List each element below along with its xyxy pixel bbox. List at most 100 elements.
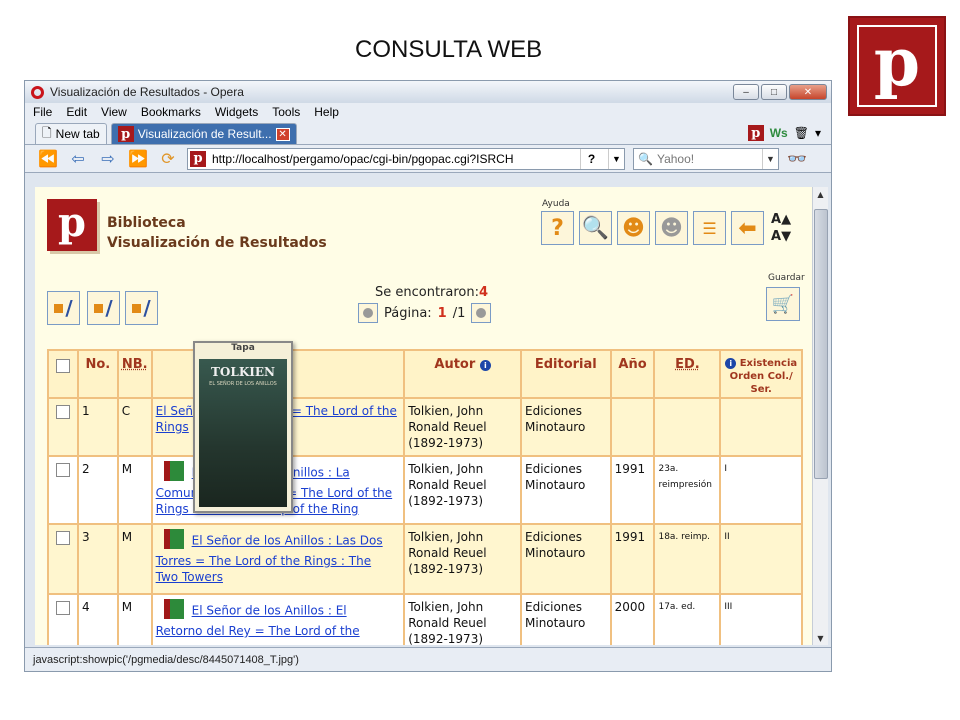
tab-results[interactable]: p Visualización de Result... ✕ bbox=[110, 123, 297, 144]
cover-subtitle: EL SEÑOR DE LOS ANILLOS bbox=[209, 381, 277, 387]
next-page-button[interactable] bbox=[471, 303, 492, 323]
menu-tools[interactable]: Tools bbox=[272, 105, 300, 119]
title-link[interactable]: El Señor de los Anillos : El bbox=[192, 604, 347, 618]
chevron-down-icon[interactable]: ▼ bbox=[762, 148, 778, 169]
book-cover-image: TOLKIEN EL SEÑOR DE LOS ANILLOS bbox=[199, 359, 287, 507]
list-search-button[interactable]: ☰ bbox=[693, 211, 726, 245]
font-smaller-button[interactable]: A ▼ bbox=[771, 228, 799, 245]
page-current: 1 bbox=[437, 305, 447, 321]
menu-bar: File Edit View Bookmarks Widgets Tools H… bbox=[25, 103, 831, 121]
font-bigger-button[interactable]: A ▲ bbox=[771, 211, 799, 228]
row-checkbox[interactable] bbox=[56, 601, 70, 615]
row-checkbox[interactable] bbox=[56, 405, 70, 419]
tab-new[interactable]: 🗋 New tab bbox=[35, 123, 107, 144]
help-label: Ayuda bbox=[542, 199, 570, 209]
invert-selection-button[interactable]: / bbox=[125, 291, 158, 325]
table-row: 4 M El Señor de los Anillos : El Retorno … bbox=[47, 593, 803, 645]
slide-title: CONSULTA WEB bbox=[355, 36, 543, 63]
row-editorial: Ediciones Minotauro bbox=[520, 593, 612, 645]
close-window-button[interactable]: ✕ bbox=[789, 84, 827, 100]
ws-icon[interactable]: Ws bbox=[770, 126, 788, 140]
minimize-button[interactable]: – bbox=[733, 84, 759, 100]
close-tab-icon[interactable]: ✕ bbox=[275, 127, 290, 141]
help-button[interactable]: ? bbox=[541, 211, 574, 245]
menu-widgets[interactable]: Widgets bbox=[215, 105, 258, 119]
address-bar[interactable]: p http://localhost/pergamo/opac/cgi-bin/… bbox=[187, 147, 625, 170]
search-catalog-button[interactable]: 🔍 bbox=[579, 211, 612, 245]
profile-button[interactable]: ☻ bbox=[617, 211, 650, 245]
row-autor: Tolkien, John Ronald Reuel (1892-1973) bbox=[403, 523, 522, 595]
header-existencia[interactable]: i Existencia Orden Col./ Ser. bbox=[719, 349, 803, 399]
vertical-scrollbar[interactable]: ▲ ▼ bbox=[812, 187, 828, 645]
back-icon[interactable]: ⇦ bbox=[67, 149, 89, 168]
trash-icon[interactable]: 🗑 bbox=[794, 126, 809, 140]
slash-icon: / bbox=[65, 296, 73, 320]
info-icon[interactable]: i bbox=[479, 360, 491, 371]
head-icon: ☻ bbox=[622, 215, 645, 241]
chevron-down-icon[interactable]: ▼ bbox=[608, 148, 624, 169]
title-link[interactable]: Retorno del Rey = The Lord of the bbox=[156, 624, 360, 638]
reload-icon[interactable]: ⟳ bbox=[157, 149, 179, 168]
header-ed[interactable]: ED. bbox=[653, 349, 722, 399]
checkbox-icon bbox=[54, 303, 64, 313]
search-placeholder: Yahoo! bbox=[656, 151, 695, 166]
row-no: 4 bbox=[77, 593, 119, 645]
search-input[interactable]: 🔍 Yahoo! ▼ bbox=[633, 147, 779, 170]
row-checkbox[interactable] bbox=[56, 463, 70, 477]
library-logo: p bbox=[47, 199, 97, 251]
save-cart-button[interactable]: 🛒 bbox=[766, 287, 800, 321]
menu-bookmarks[interactable]: Bookmarks bbox=[141, 105, 201, 119]
title-link[interactable]: Two Towers bbox=[156, 570, 223, 584]
header-editorial[interactable]: Editorial bbox=[520, 349, 612, 399]
cart-icon: 🛒 bbox=[771, 293, 795, 315]
select-all-button[interactable]: / bbox=[47, 291, 80, 325]
title-link[interactable]: Torres = The Lord of the Rings : The bbox=[156, 554, 371, 568]
font-size-controls: A ▲ A ▼ bbox=[771, 211, 799, 245]
menu-file[interactable]: File bbox=[33, 105, 52, 119]
row-ed bbox=[653, 397, 722, 457]
row-autor: Tolkien, John Ronald Reuel (1892-1973) bbox=[403, 455, 522, 525]
page-title: Biblioteca Visualización de Resultados bbox=[107, 213, 327, 253]
header-no[interactable]: No. bbox=[77, 349, 119, 399]
row-anio bbox=[609, 397, 656, 457]
menu-view[interactable]: View bbox=[101, 105, 127, 119]
maximize-button[interactable]: □ bbox=[761, 84, 787, 100]
browser-window: Visualización de Resultados - Opera – □ … bbox=[24, 80, 832, 672]
menu-edit[interactable]: Edit bbox=[66, 105, 87, 119]
scroll-thumb[interactable] bbox=[814, 209, 828, 479]
rewind-icon[interactable]: ⏪ bbox=[37, 149, 59, 168]
info-icon[interactable]: i bbox=[725, 358, 737, 369]
title-link[interactable]: El Señor de los Anillos : Las Dos bbox=[192, 534, 383, 548]
row-checkbox[interactable] bbox=[56, 531, 70, 545]
cover-popup[interactable]: Tapa TOLKIEN EL SEÑOR DE LOS ANILLOS bbox=[193, 341, 293, 513]
row-nb: M bbox=[116, 523, 153, 595]
address-text: http://localhost/pergamo/opac/cgi-bin/pg… bbox=[212, 151, 514, 166]
pergamo-icon[interactable]: p bbox=[747, 125, 764, 141]
row-autor: Tolkien, John Ronald Reuel (1892-1973) bbox=[403, 593, 522, 645]
menu-help[interactable]: Help bbox=[314, 105, 339, 119]
page-label: Página: bbox=[384, 305, 432, 321]
select-none-button[interactable]: / bbox=[87, 291, 120, 325]
row-orden bbox=[719, 397, 803, 457]
row-anio: 1991 bbox=[609, 455, 656, 525]
forward-icon[interactable]: ⇨ bbox=[97, 149, 119, 168]
chevron-down-icon[interactable]: ▾ bbox=[815, 126, 821, 140]
header-orden: Orden Col./ Ser. bbox=[729, 371, 793, 395]
back-button[interactable]: ⬅ bbox=[731, 211, 764, 245]
fast-forward-icon[interactable]: ⏩ bbox=[127, 149, 149, 168]
scroll-up-icon[interactable]: ▲ bbox=[813, 187, 828, 201]
row-ed: 23a. reimpresión bbox=[653, 455, 722, 525]
scroll-down-icon[interactable]: ▼ bbox=[813, 631, 828, 645]
window-titlebar: Visualización de Resultados - Opera – □ … bbox=[25, 81, 831, 103]
question-icon[interactable]: ? bbox=[580, 148, 602, 169]
navigation-bar: ⏪ ⇦ ⇨ ⏩ ⟳ p http://localhost/pergamo/opa… bbox=[25, 145, 831, 173]
header-anio[interactable]: Año bbox=[609, 349, 656, 399]
glasses-icon[interactable]: 👓 bbox=[787, 149, 807, 168]
header-nb[interactable]: NB. bbox=[116, 349, 153, 399]
brand-logo: p bbox=[848, 16, 946, 116]
header-autor[interactable]: Autor i bbox=[403, 349, 522, 399]
prev-page-button[interactable] bbox=[358, 303, 378, 323]
select-all-checkbox[interactable] bbox=[56, 359, 70, 373]
private-profile-button[interactable]: ☻ bbox=[655, 211, 688, 245]
book-icon bbox=[163, 529, 184, 549]
